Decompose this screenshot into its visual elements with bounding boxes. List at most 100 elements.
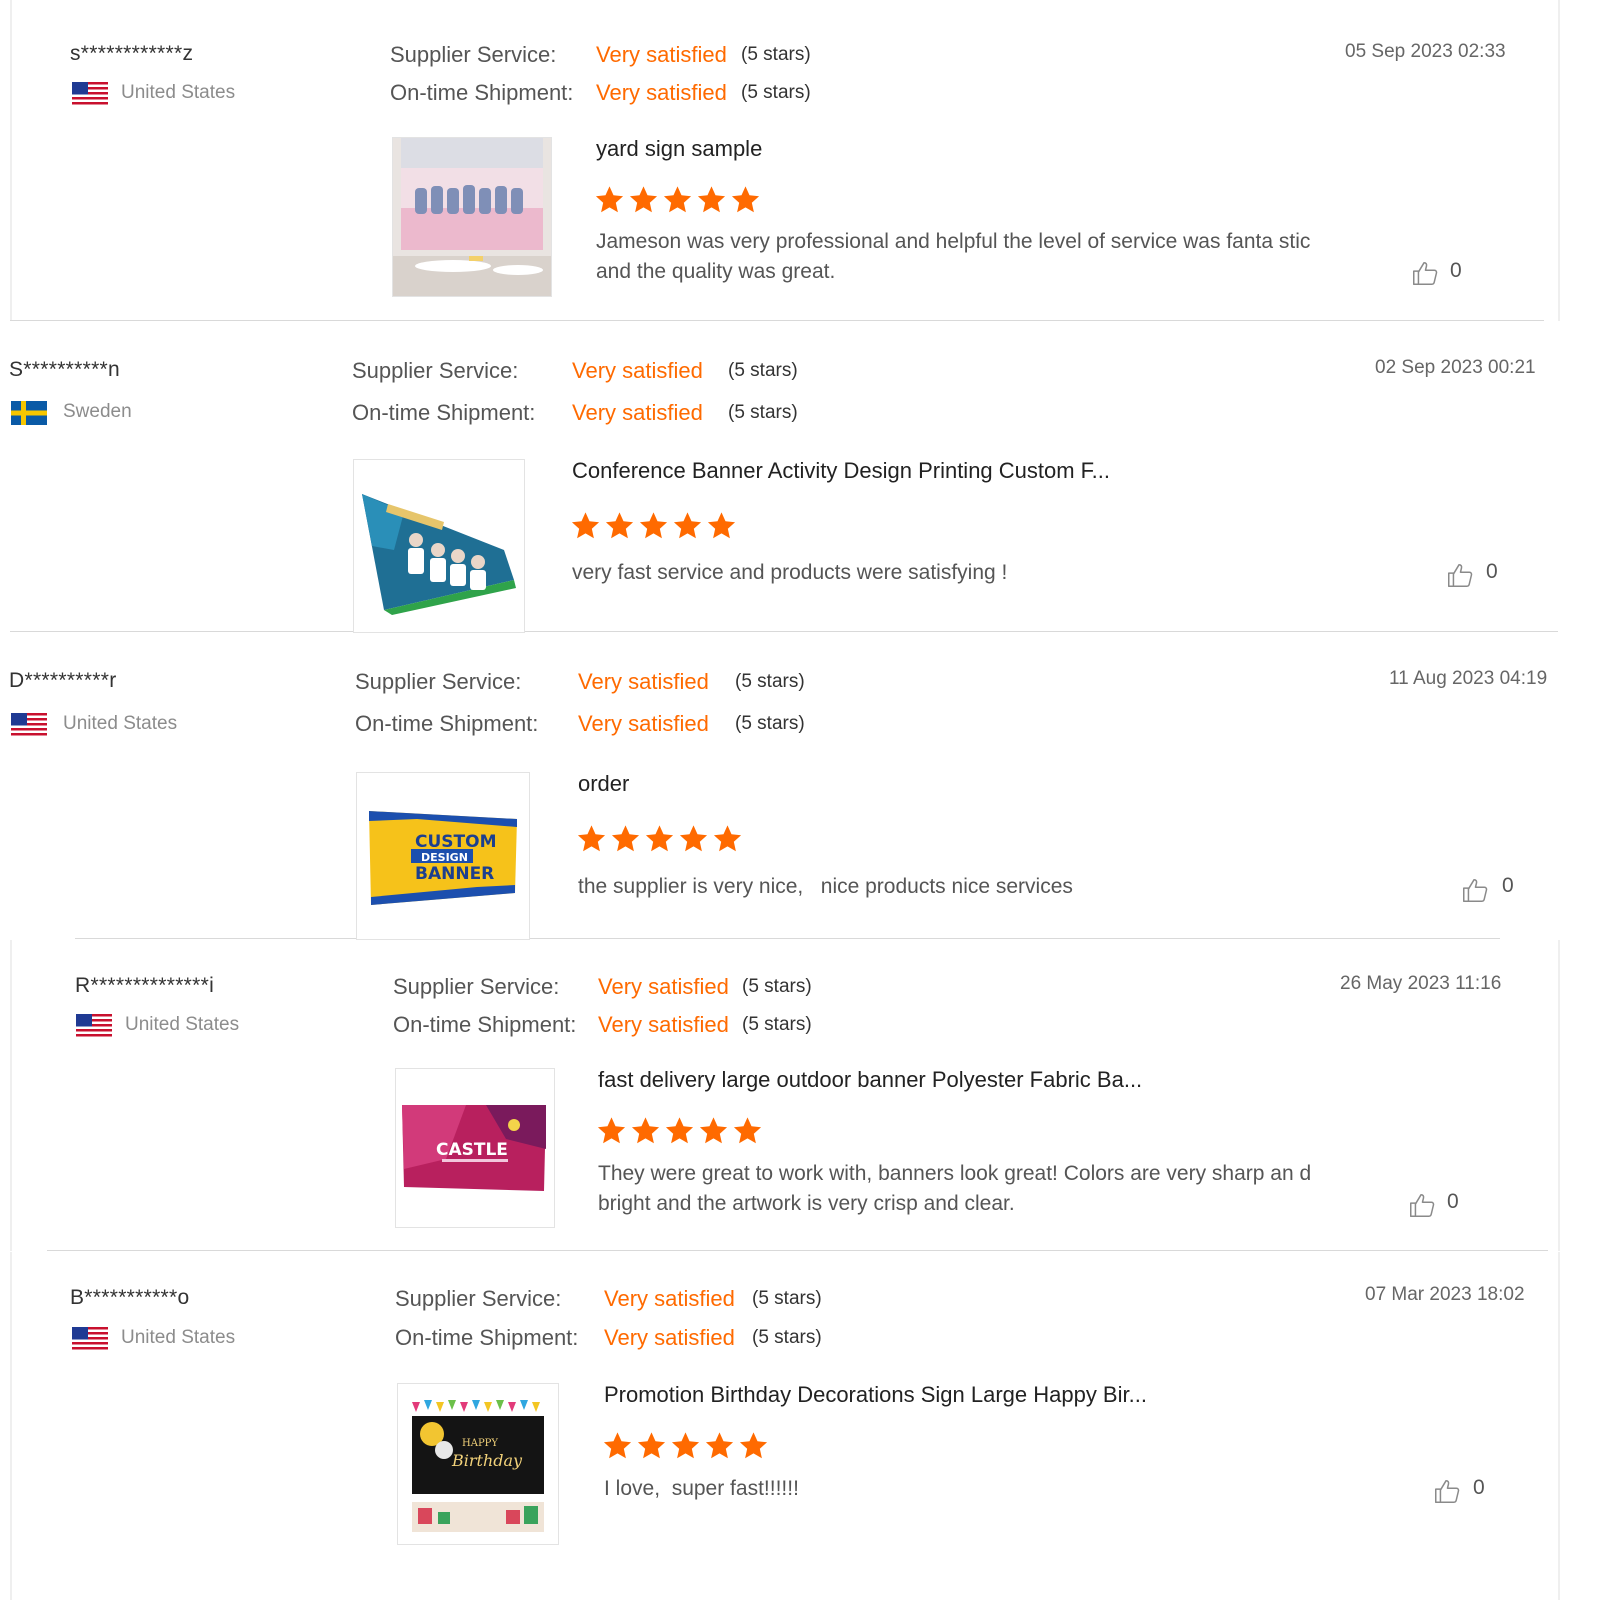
product-title[interactable]: order [578,771,629,797]
shipment-stars: (5 stars) [742,1014,812,1035]
supplier-service-rating: Very satisfied [604,1286,735,1311]
us-flag-icon [76,1014,112,1038]
product-thumbnail[interactable]: CASTLE [395,1068,555,1228]
star-icon [610,823,641,854]
custom-design-banner-image: CUSTOM DESIGN BANNER [357,773,529,939]
reviewer-name: S**********n [9,358,121,381]
supplier-service-stars: (5 stars) [741,44,811,65]
star-icon [738,1430,769,1461]
product-thumbnail[interactable] [353,459,525,633]
product-title[interactable]: Conference Banner Activity Design Printi… [572,458,1110,484]
thumbs-up-icon[interactable] [1445,560,1475,590]
thumbs-up-icon[interactable] [1410,258,1440,288]
product-thumbnail[interactable]: CUSTOM DESIGN BANNER [356,772,530,940]
supplier-service-stars: (5 stars) [735,671,805,692]
us-flag-icon [11,713,47,737]
reviewer-country: United States [121,82,236,103]
review-date: 26 May 2023 11:16 [1340,973,1502,994]
conference-banner-image [354,460,524,632]
star-icon [596,1115,627,1146]
shipment-rating: Very satisfied [578,711,709,736]
reviewer-name: D**********r [9,669,117,692]
shipment-label: On-time Shipment: [352,400,536,425]
shipment-stars: (5 stars) [735,713,805,734]
shipment-rating: Very satisfied [598,1012,729,1037]
castle-banner-image: CASTLE [396,1069,554,1227]
sign-text-birthday: Birthday [451,1451,523,1470]
like-count: 0 [1486,560,1498,583]
us-flag-icon [72,82,108,106]
review-text: very fast service and products were sati… [572,561,1008,584]
rating-stars [602,1430,769,1461]
star-icon [594,184,625,215]
star-icon [704,1430,735,1461]
supplier-service-label: Supplier Service: [390,42,557,67]
product-thumbnail[interactable]: HAPPY Birthday [397,1383,559,1545]
shipment-label: On-time Shipment: [390,80,574,105]
tapestry-photo-image [393,138,551,296]
like-count: 0 [1450,259,1462,282]
star-icon [664,1115,695,1146]
supplier-service-rating: Very satisfied [578,669,709,694]
star-icon [672,510,703,541]
rating-stars [576,823,743,854]
review-date: 02 Sep 2023 00:21 [1375,357,1536,378]
shipment-rating: Very satisfied [604,1325,735,1350]
reviewer-name: B***********o [70,1286,190,1309]
sweden-flag-icon [11,401,47,425]
supplier-service-stars: (5 stars) [742,976,812,997]
product-thumbnail[interactable] [392,137,552,297]
shipment-stars: (5 stars) [752,1327,822,1348]
thumbs-up-icon[interactable] [1407,1190,1437,1220]
supplier-service-label: Supplier Service: [352,358,519,383]
rating-stars [594,184,761,215]
star-icon [630,1115,661,1146]
banner-text-line1: CUSTOM [415,832,497,852]
review-card: D**********r United States Supplier Serv… [0,633,1560,940]
like-count: 0 [1502,874,1514,897]
review-date: 07 Mar 2023 18:02 [1365,1284,1525,1305]
review-card: S**********n Sweden Supplier Service: Ve… [0,322,1560,633]
star-icon [604,510,635,541]
shipment-stars: (5 stars) [741,82,811,103]
product-title[interactable]: Promotion Birthday Decorations Sign Larg… [604,1382,1147,1408]
review-text: Jameson was very professional and helpfu… [596,230,1311,283]
review-text: They were great to work with, banners lo… [598,1162,1312,1215]
us-flag-icon [72,1327,108,1351]
shipment-rating: Very satisfied [596,80,727,105]
star-icon [644,823,675,854]
product-title[interactable]: yard sign sample [596,136,762,162]
review-date: 05 Sep 2023 02:33 [1345,41,1506,62]
star-icon [662,184,693,215]
shipment-label: On-time Shipment: [395,1325,579,1350]
star-icon [636,1430,667,1461]
star-icon [712,823,743,854]
review-card: R**************i United States Supplier … [10,940,1560,1251]
reviewer-country: United States [63,713,178,734]
birthday-sign-image: HAPPY Birthday [398,1384,558,1544]
star-icon [678,823,709,854]
star-icon [602,1430,633,1461]
reviewer-country: United States [125,1014,240,1035]
star-icon [576,823,607,854]
review-card: B***********o United States Supplier Ser… [10,1252,1560,1600]
shipment-rating: Very satisfied [572,400,703,425]
reviewer-country: United States [121,1327,236,1348]
thumbs-up-icon[interactable] [1432,1476,1462,1506]
supplier-service-stars: (5 stars) [752,1288,822,1309]
supplier-service-rating: Very satisfied [596,42,727,67]
star-icon [698,1115,729,1146]
like-count: 0 [1473,1476,1485,1499]
star-icon [670,1430,701,1461]
thumbs-up-icon[interactable] [1460,875,1490,905]
product-title[interactable]: fast delivery large outdoor banner Polye… [598,1067,1142,1093]
rating-stars [570,510,737,541]
review-date: 11 Aug 2023 04:19 [1389,668,1548,689]
supplier-service-stars: (5 stars) [728,360,798,381]
rating-stars [596,1115,763,1146]
supplier-service-rating: Very satisfied [572,358,703,383]
reviewer-name: R**************i [75,974,215,997]
shipment-label: On-time Shipment: [355,711,539,736]
reviewer-country: Sweden [63,401,132,422]
review-card: s************z United States Supplier Se… [10,0,1560,321]
